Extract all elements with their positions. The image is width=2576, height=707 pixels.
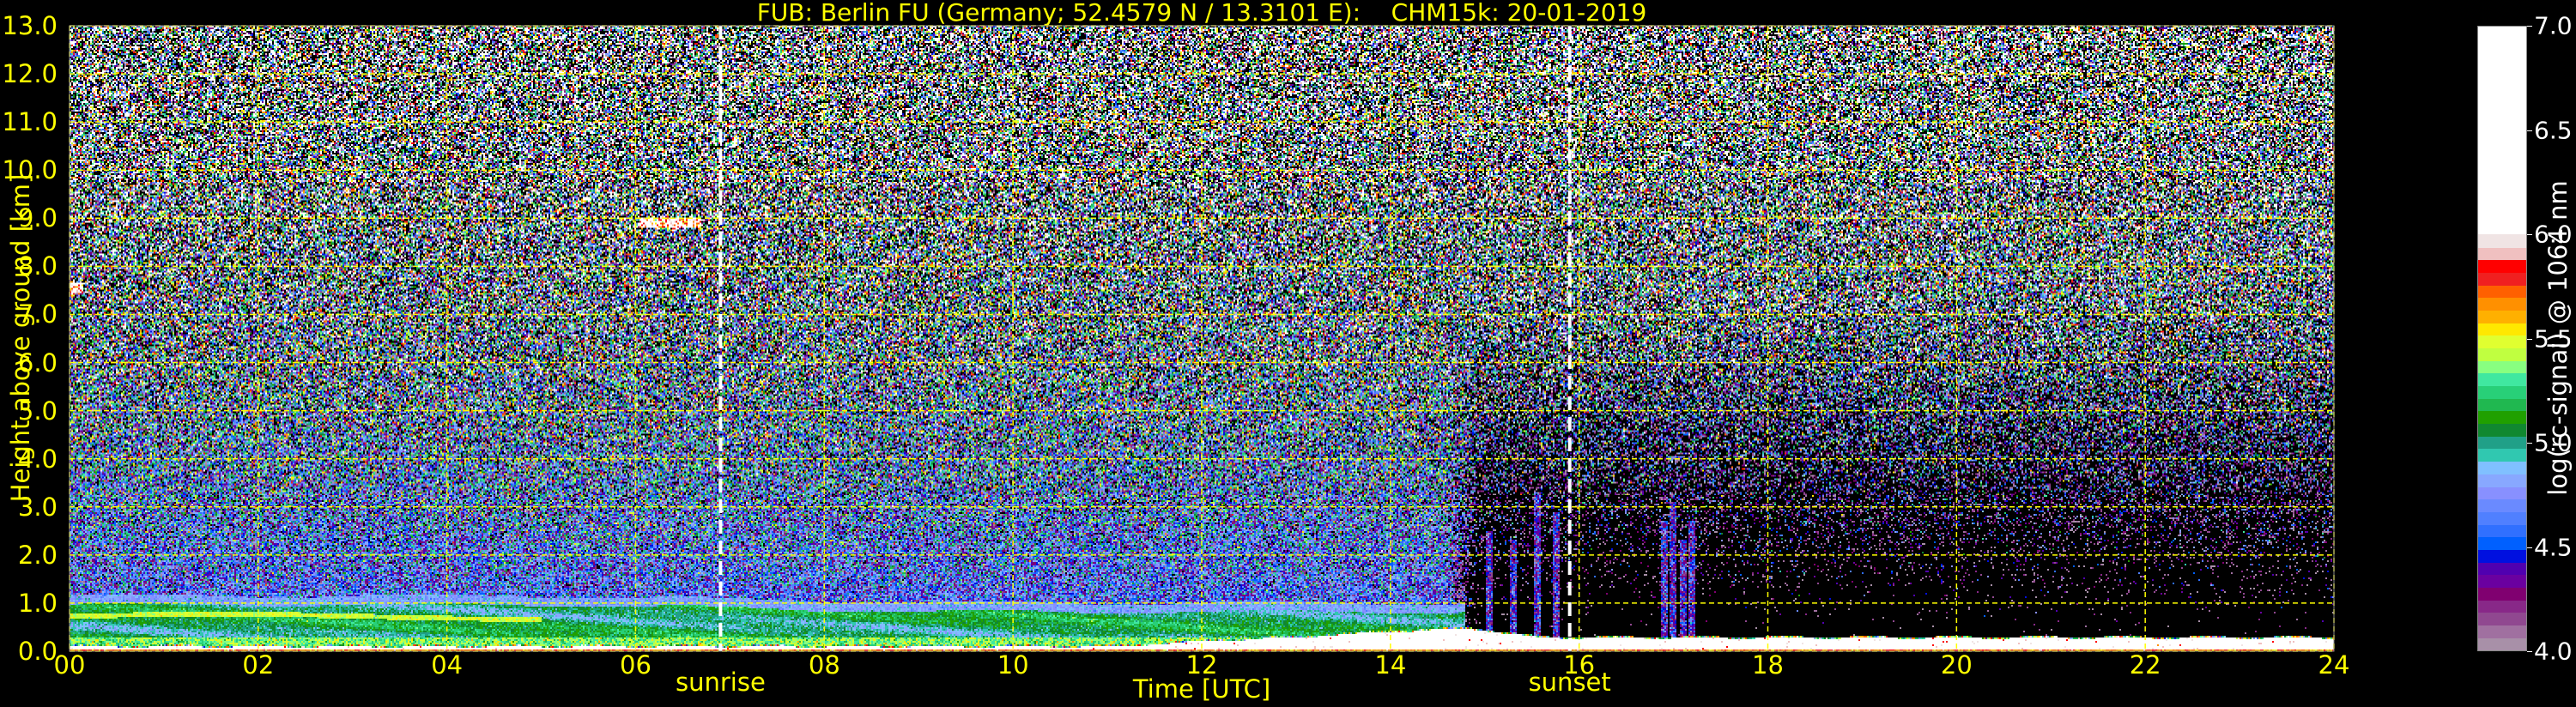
colorbar-tick-mark	[2527, 547, 2532, 548]
colorbar-segment	[2478, 524, 2526, 538]
colorbar-segment	[2478, 297, 2526, 311]
y-axis-label: Height above ground [km]	[6, 173, 35, 503]
colorbar-segment	[2478, 461, 2526, 474]
colorbar-segment	[2478, 360, 2526, 374]
colorbar-segment	[2478, 372, 2526, 387]
colorbar-segment	[2478, 398, 2526, 412]
colorbar-segment	[2478, 272, 2526, 286]
colorbar-segment	[2478, 549, 2526, 563]
colorbar-tick-mark	[2527, 26, 2532, 27]
colorbar-segment	[2478, 638, 2526, 651]
colorbar-segment	[2478, 511, 2526, 525]
colorbar-segment	[2478, 247, 2526, 261]
colorbar-segment	[2478, 587, 2526, 601]
colorbar-label: log(rc-signal) @ 1064 nm	[2543, 180, 2573, 496]
colorbar-tick-label: 4.5	[2534, 533, 2573, 561]
colorbar-segment	[2478, 436, 2526, 450]
colorbar-segment	[2478, 449, 2526, 462]
colorbar-segment	[2478, 285, 2526, 299]
colorbar-tick-label: 7.0	[2534, 11, 2573, 40]
colorbar-segment	[2478, 536, 2526, 550]
colorbar-segment	[2478, 259, 2526, 273]
chart-title: FUB: Berlin FU (Germany; 52.4579 N / 13.…	[756, 0, 1647, 27]
colorbar-tick-mark	[2527, 234, 2532, 235]
y-tick-label: 11.0	[2, 107, 58, 137]
colorbar-segment	[2478, 499, 2526, 512]
colorbar-segment	[2478, 562, 2526, 576]
x-axis-label: Time [UTC]	[1132, 674, 1271, 704]
colorbar-segment	[2478, 323, 2526, 336]
colorbar-tick-mark	[2527, 338, 2532, 340]
colorbar-tick-mark	[2527, 130, 2532, 131]
colorbar-segment	[2478, 347, 2526, 361]
colorbar-segment	[2478, 474, 2526, 487]
colorbar-segment	[2478, 234, 2526, 248]
colorbar-segment	[2478, 310, 2526, 323]
colorbar-segment	[2478, 625, 2526, 638]
colorbar-segment	[2478, 27, 2526, 235]
colorbar-segment	[2478, 423, 2526, 437]
colorbar-segment	[2478, 335, 2526, 348]
colorbar-segment	[2478, 600, 2526, 613]
y-tick-label: 12.0	[2, 59, 58, 89]
colorbar-segment	[2478, 612, 2526, 626]
colorbar-segment	[2478, 486, 2526, 500]
y-tick-label: 13.0	[2, 11, 58, 40]
colorbar-segment	[2478, 385, 2526, 399]
colorbar-tick-label: 4.0	[2534, 637, 2573, 666]
colorbar-segment	[2478, 410, 2526, 425]
colorbar-tick-mark	[2527, 651, 2532, 652]
plot-area	[69, 25, 2335, 652]
colorbar-tick-label: 6.5	[2534, 116, 2573, 144]
y-tick-label: 1.0	[17, 588, 58, 618]
colorbar-tick-mark	[2527, 443, 2532, 444]
plot-overlay	[69, 25, 2335, 652]
y-tick-label: 2.0	[17, 540, 58, 570]
colorbar	[2477, 26, 2527, 651]
colorbar-segment	[2478, 574, 2526, 589]
y-tick-label: 0.0	[17, 637, 58, 666]
